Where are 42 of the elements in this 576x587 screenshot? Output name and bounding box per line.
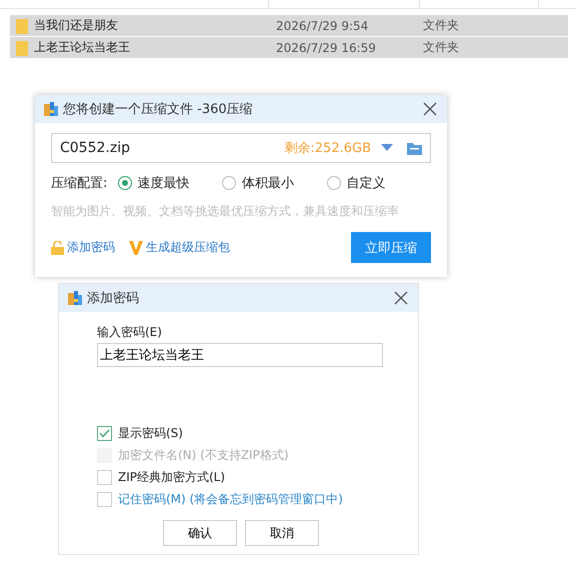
checkbox[interactable]	[97, 470, 112, 485]
archive-icon	[43, 101, 59, 117]
archive-icon	[67, 290, 83, 306]
add-password-link[interactable]: 添加密码	[67, 239, 115, 256]
folder-icon	[16, 18, 28, 34]
config-label: 压缩配置:	[51, 175, 108, 192]
file-date: 2026/7/29 16:59	[276, 40, 377, 54]
v-icon	[129, 240, 143, 254]
folder-icon[interactable]	[407, 142, 422, 154]
dialog-button[interactable]: 取消	[245, 520, 319, 546]
file-row[interactable]: 上老王论坛当老王 2026/7/29 16:59 文件夹	[10, 37, 568, 59]
file-type: 文件夹	[423, 39, 459, 56]
hint-text: 智能为图片、视频、文档等挑选最优压缩方式，兼具速度和压缩率	[51, 203, 400, 220]
window-title: 您将创建一个压缩文件 -360压缩	[63, 101, 254, 118]
checkbox-label[interactable]: 记住密码(M) (将会备忘到密码管理窗口中)	[118, 491, 343, 508]
radio-button[interactable]	[222, 176, 236, 190]
checkbox-label[interactable]: ZIP经典加密方式(L)	[118, 469, 226, 486]
radio-button[interactable]	[118, 176, 132, 190]
password-field[interactable]: 上老王论坛当老王	[97, 343, 383, 367]
dialog-button[interactable]: 确认	[163, 520, 237, 546]
close-icon[interactable]	[394, 291, 408, 305]
file-type: 文件夹	[423, 17, 459, 34]
radio-button[interactable]	[326, 176, 340, 190]
file-name: 当我们还是朋友	[34, 17, 118, 34]
checkbox[interactable]	[97, 492, 112, 507]
super-package-link[interactable]: 生成超级压缩包	[146, 239, 230, 256]
padlock-icon	[51, 240, 64, 254]
window-title: 添加密码	[87, 290, 140, 307]
field-label: 输入密码(E)	[97, 324, 163, 341]
radio-label[interactable]: 体积最小	[242, 174, 294, 192]
file-row[interactable]: 当我们还是朋友 2026/7/29 9:54 文件夹	[10, 15, 568, 37]
folder-icon	[16, 40, 28, 56]
checkbox[interactable]	[97, 426, 112, 441]
checkbox-label[interactable]: 显示密码(S)	[118, 425, 183, 442]
close-icon[interactable]	[423, 102, 437, 116]
file-date: 2026/7/29 9:54	[276, 18, 370, 32]
free-space: 剩余:252.6GB	[284, 140, 371, 157]
radio-label[interactable]: 速度最快	[138, 174, 190, 192]
file-name: 上老王论坛当老王	[34, 39, 130, 56]
filename-field[interactable]: C0552.zip 剩余:252.6GB	[51, 133, 431, 163]
radio-label[interactable]: 自定义	[346, 174, 386, 192]
dropdown-icon[interactable]	[381, 144, 393, 152]
